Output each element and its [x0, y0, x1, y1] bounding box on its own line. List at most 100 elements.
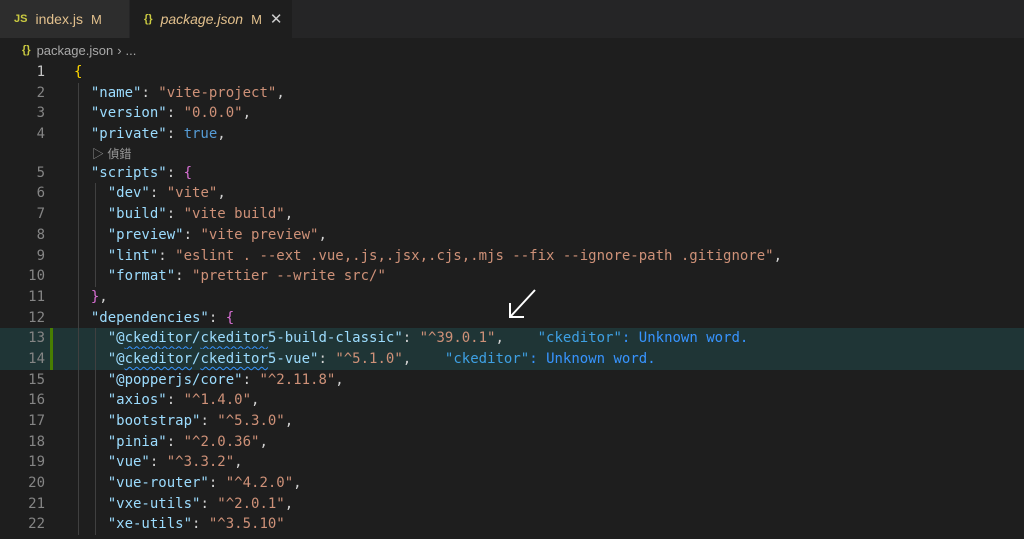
token: :: [208, 309, 226, 326]
code-line[interactable]: 5 "scripts": {: [0, 162, 1024, 184]
token: ,: [217, 185, 226, 202]
code-text: "vue": "^3.3.2",: [74, 452, 243, 473]
code-text: "version": "0.0.0",: [74, 103, 251, 124]
debug-codelens[interactable]: ▷ 偵錯: [92, 145, 131, 163]
code-line[interactable]: 8 "preview": "vite preview",: [0, 224, 1024, 246]
code-line[interactable]: 18 "pinia": "^2.0.36",: [0, 431, 1024, 453]
token: ,: [284, 206, 294, 223]
line-number: 4: [36, 126, 45, 143]
token: "@popperjs/core": [107, 371, 243, 388]
inline-diagnostic: "ckeditor": Unknown word.: [537, 330, 749, 347]
code-text: "build": "vite build",: [74, 204, 293, 225]
git-change-marker[interactable]: [50, 348, 53, 370]
codelens-row: ▷ 偵錯: [0, 144, 1024, 163]
code-text: "@popperjs/core": "^2.11.8",: [74, 370, 344, 391]
code-text: "bootstrap": "^5.3.0",: [74, 411, 293, 432]
code-line[interactable]: 17 "bootstrap": "^5.3.0",: [0, 411, 1024, 432]
token: :: [166, 433, 184, 450]
code-line[interactable]: 7 "build": "vite build",: [0, 204, 1024, 225]
token: ,: [99, 288, 108, 305]
code-line[interactable]: 3 "version": "0.0.0",: [0, 103, 1024, 125]
indent-guide: [78, 144, 79, 163]
token: "vite preview": [200, 226, 319, 243]
code-text: "name": "vite-project",: [74, 83, 285, 104]
code-line[interactable]: 21 "vxe-utils": "^2.0.1",: [0, 493, 1024, 515]
git-change-marker[interactable]: [50, 328, 53, 349]
code-line[interactable]: 10 "format": "prettier --write src/": [0, 266, 1024, 287]
token: :: [149, 454, 167, 471]
token: :: [158, 247, 176, 264]
token: "bootstrap": [107, 413, 201, 429]
token: "^3.5.10": [208, 516, 285, 533]
code-line[interactable]: 22 "xe-utils": "^3.5.10": [0, 514, 1024, 536]
line-number: 19: [28, 454, 45, 471]
close-icon[interactable]: ✕: [270, 10, 283, 28]
token: :: [166, 206, 184, 223]
json-file-icon: {}: [22, 44, 31, 56]
token: "version": [90, 105, 167, 122]
breadcrumb-file[interactable]: package.json: [37, 43, 114, 58]
code-text: "format": "prettier --write src/": [74, 266, 386, 287]
spelling-squiggle: ckeditor: [200, 350, 268, 367]
tab-label: index.js: [35, 11, 83, 27]
code-line[interactable]: 4 "private": true,: [0, 124, 1024, 145]
spelling-squiggle: ckeditor: [200, 330, 268, 347]
tab-package-json[interactable]: {} package.json M ✕: [130, 0, 292, 38]
token: ,: [293, 475, 302, 492]
inline-diagnostic: "ckeditor": Unknown word.: [444, 350, 656, 367]
token: :: [402, 330, 420, 347]
tab-index-js[interactable]: JS index.js M: [0, 0, 130, 38]
token: 5-build-classic": [267, 330, 403, 347]
tab-bar: JS index.js M {} package.json M ✕: [0, 0, 1024, 38]
code-line[interactable]: 13 "@ckeditor/ckeditor5-build-classic": …: [0, 328, 1024, 349]
token: "^2.11.8": [259, 371, 336, 388]
line-number: 2: [36, 84, 45, 101]
tab-label: package.json: [160, 11, 244, 27]
token: "scripts": [90, 164, 167, 181]
code-text: "@ckeditor/ckeditor5-build-classic": "^3…: [74, 328, 749, 349]
line-number: 13: [28, 330, 45, 347]
token: :: [200, 495, 218, 512]
code-text: "axios": "^1.4.0",: [74, 390, 260, 411]
token: true: [183, 126, 218, 143]
breadcrumb-more[interactable]: ...: [126, 43, 137, 58]
code-line[interactable]: 14 "@ckeditor/ckeditor5-vue": "^5.1.0", …: [0, 348, 1024, 370]
line-number: 16: [28, 392, 45, 409]
token: "prettier --write src/": [192, 268, 386, 285]
code-line[interactable]: 19 "vue": "^3.3.2",: [0, 452, 1024, 474]
token: "^3.3.2": [166, 454, 235, 471]
token: :: [242, 371, 260, 388]
token: :: [166, 392, 184, 409]
line-number: 7: [36, 206, 45, 223]
code-line[interactable]: 20 "vue-router": "^4.2.0",: [0, 473, 1024, 494]
code-line[interactable]: 6 "dev": "vite",: [0, 183, 1024, 205]
line-number: 1: [36, 64, 45, 80]
code-line[interactable]: 1{: [0, 62, 1024, 83]
code-line[interactable]: 9 "lint": "eslint . --ext .vue,.js,.jsx,…: [0, 245, 1024, 267]
line-number: 10: [28, 268, 45, 285]
token: "axios": [107, 392, 167, 409]
code-line[interactable]: 16 "axios": "^1.4.0",: [0, 390, 1024, 411]
code-line[interactable]: 2 "name": "vite-project",: [0, 82, 1024, 104]
token: ,: [234, 454, 243, 471]
modified-indicator: M: [90, 11, 102, 27]
token: "^39.0.1": [419, 330, 496, 347]
token: "^4.2.0": [225, 475, 294, 492]
js-file-icon: JS: [14, 13, 28, 25]
token: "vxe-utils": [107, 495, 201, 512]
token: ,: [335, 371, 344, 388]
code-line[interactable]: 15 "@popperjs/core": "^2.11.8",: [0, 369, 1024, 391]
